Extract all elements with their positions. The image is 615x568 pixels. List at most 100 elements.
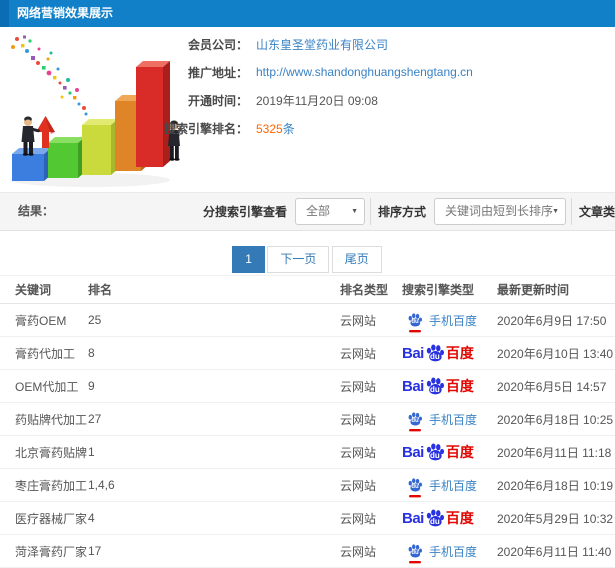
baidu-du-text: du [429, 450, 440, 460]
info-row-ranking-count: 搜索引擎排名： 5325条 [162, 121, 473, 136]
mobile-baidu-label: 手机百度 [429, 313, 478, 328]
baidu-bai-text: Bai [402, 509, 424, 527]
sort-filter-label: 排序方式 [378, 205, 427, 219]
rank-type-cell: 云网站 [340, 402, 402, 436]
col-header-keyword: 关键词 [0, 275, 88, 304]
rank-link[interactable]: 8 [88, 336, 340, 370]
rank-link[interactable]: 1,4,6 [88, 468, 340, 502]
engine-type-cell: du 手机百度 Bai du 百度 [402, 369, 497, 403]
sort-filter-select[interactable]: 关键词由短到长排序 ▼ [434, 198, 567, 225]
keyword-cell: OEM代加工 [0, 369, 88, 403]
mobile-baidu-label: 手机百度 [429, 478, 478, 493]
baidu-bai-text: Bai [402, 377, 424, 395]
company-label: 会员公司： [187, 37, 248, 52]
baidu-bai-text: Bai [402, 344, 424, 362]
table-row: 枣庄膏药加工 1,4,6 云网站 du 手机百度 Bai du 百度 2020年… [0, 468, 615, 502]
keyword-cell: 药贴牌代加工 [0, 402, 88, 436]
engine-type-cell: du 手机百度 Bai du 百度 [402, 303, 497, 337]
member-info-panel: 会员公司： 山东皇圣堂药业有限公司 推广地址： http://www.shand… [162, 37, 473, 149]
col-header-rank-type: 排名类型 [340, 275, 402, 304]
filter-divider [370, 198, 372, 225]
keyword-cell: 菏泽膏药厂家 [0, 534, 88, 568]
ranking-count-label: 搜索引擎排名： [163, 121, 248, 136]
mobile-red-swoosh [409, 560, 421, 563]
filter-bar: 结果： 分搜索引擎查看 全部 ▼ 排序方式 关键词由短到长排序 ▼ 文章类型 全… [0, 192, 615, 231]
promotion-url-link[interactable]: http://www.shandonghuangshengtang.cn [256, 65, 473, 79]
mobile-red-swoosh [409, 494, 421, 497]
rank-type-cell: 云网站 [340, 435, 402, 469]
chevron-down-icon: ▼ [552, 208, 560, 215]
baidu-logo: Bai du 百度 [402, 508, 474, 528]
updated-time-cell: 2020年6月11日 11:18 [497, 435, 615, 469]
col-header-updated: 最新更新时间 [497, 275, 615, 304]
rank-type-cell: 云网站 [340, 336, 402, 370]
baidu-du-text: du [429, 516, 440, 526]
table-row: 膏药代加工 8 云网站 du 手机百度 Bai du 百度 2020年6月10日… [0, 336, 615, 370]
mobile-red-swoosh [409, 329, 421, 332]
engine-type-cell: du 手机百度 Bai du 百度 [402, 468, 497, 502]
bar-chart-bars [12, 61, 170, 181]
rank-link[interactable]: 27 [88, 402, 340, 436]
confetti [11, 35, 88, 116]
baidu-suffix-text: 百度 [445, 345, 474, 361]
engine-type-cell: du 手机百度 Bai du 百度 [402, 402, 497, 436]
chevron-down-icon: ▼ [351, 208, 359, 215]
info-row-open-time: 开通时间： 2019年11月20日 09:08 [162, 93, 473, 108]
pagination: 1 下一页 尾页 [0, 246, 615, 273]
mobile-baidu-badge: du 手机百度 [402, 311, 478, 332]
keyword-cell: 膏药OEM [0, 303, 88, 337]
mobile-baidu-badge: du 手机百度 [402, 476, 478, 497]
last-page-button[interactable]: 尾页 [331, 246, 382, 273]
mobile-baidu-label: 手机百度 [429, 544, 478, 559]
engine-type-cell: du 手机百度 Bai du 百度 [402, 435, 497, 469]
table-row: 菏泽膏药厂家 17 云网站 du 手机百度 Bai du 百度 2020年6月1… [0, 534, 615, 568]
baidu-du-text: du [429, 384, 440, 394]
rank-link[interactable]: 1 [88, 435, 340, 469]
baidu-logo: Bai du 百度 [402, 376, 474, 396]
keyword-cell: 医疗器械厂家 [0, 501, 88, 535]
keyword-cell: 枣庄膏药加工 [0, 468, 88, 502]
keyword-ranking-table: 关键词 排名 排名类型 搜索引擎类型 最新更新时间 膏药OEM 25 云网站 d… [0, 275, 615, 568]
page-1-button[interactable]: 1 [232, 246, 265, 273]
rank-link[interactable]: 25 [88, 303, 340, 337]
engine-type-cell: du 手机百度 Bai du 百度 [402, 501, 497, 535]
info-row-company: 会员公司： 山东皇圣堂药业有限公司 [162, 36, 473, 53]
engine-type-cell: du 手机百度 Bai du 百度 [402, 534, 497, 568]
updated-time-cell: 2020年6月11日 11:40 [497, 534, 615, 568]
mobile-baidu-badge: du 手机百度 [402, 410, 477, 431]
info-row-url: 推广地址： http://www.shandonghuangshengtang.… [162, 65, 473, 80]
baidu-suffix-text: 百度 [445, 510, 474, 526]
baidu-logo: Bai du 百度 [402, 343, 474, 363]
col-header-rank: 排名 [88, 275, 340, 304]
baidu-logo: Bai du 百度 [402, 442, 474, 462]
baidu-du-text: du [429, 351, 440, 361]
table-row: 北京膏药贴牌 1 云网站 du 手机百度 Bai du 百度 2020年6月11… [0, 435, 615, 469]
engine-filter-label: 分搜索引擎查看 [203, 205, 288, 219]
company-name-link[interactable]: 山东皇圣堂药业有限公司 [256, 36, 388, 53]
result-label: 结果： [18, 204, 55, 218]
page-title: 网络营销效果展示 [17, 6, 114, 20]
rank-link[interactable]: 17 [88, 534, 340, 568]
open-time-value: 2019年11月20日 09:08 [256, 93, 378, 108]
engine-type-cell: du 手机百度 Bai du 百度 [402, 336, 497, 370]
engine-filter-select[interactable]: 全部 ▼ [295, 198, 366, 225]
baidu-du-text: du [411, 549, 419, 556]
next-page-button[interactable]: 下一页 [267, 246, 330, 273]
filter-divider [571, 198, 573, 225]
promotion-url-label: 推广地址： [187, 65, 248, 80]
rank-link[interactable]: 9 [88, 369, 340, 403]
col-header-engine-type: 搜索引擎类型 [402, 275, 497, 304]
rank-link[interactable]: 4 [88, 501, 340, 535]
table-row: 药贴牌代加工 27 云网站 du 手机百度 Bai du 百度 2020年6月1… [0, 402, 615, 436]
updated-time-cell: 2020年6月10日 13:40 [497, 336, 615, 370]
keyword-cell: 北京膏药贴牌 [0, 435, 88, 469]
baidu-du-text: du [411, 483, 419, 490]
baidu-du-text: du [411, 318, 419, 325]
ranking-count-value: 5325 [256, 121, 283, 136]
rank-type-cell: 云网站 [340, 369, 402, 403]
rank-type-cell: 云网站 [340, 468, 402, 502]
table-row: 膏药OEM 25 云网站 du 手机百度 Bai du 百度 2020年6月9日… [0, 303, 615, 337]
baidu-suffix-text: 百度 [445, 378, 474, 394]
baidu-du-text: du [411, 417, 419, 424]
updated-time-cell: 2020年6月9日 17:50 [497, 303, 615, 337]
